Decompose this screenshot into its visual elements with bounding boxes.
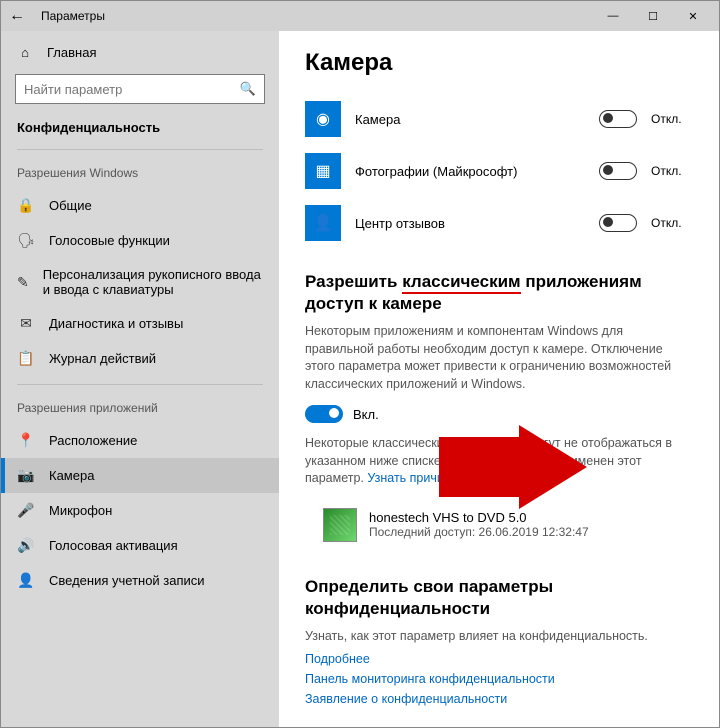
- toggle-state-label: Откл.: [651, 216, 693, 230]
- toggle-state-label: Вкл.: [353, 407, 379, 422]
- sidebar-item-сведения-учетной-записи[interactable]: 👤 Сведения учетной записи: [1, 563, 279, 598]
- feedback-hub-icon: 👤: [305, 205, 341, 241]
- back-button[interactable]: ←: [7, 7, 27, 25]
- privacy-link[interactable]: Заявление о конфиденциальности: [305, 689, 693, 709]
- sidebar-item-label: Журнал действий: [49, 351, 156, 366]
- main-content: Камера ◉ Камера Откл.▦ Фотографии (Майкр…: [279, 31, 719, 727]
- lock-icon: 🔒: [17, 197, 35, 214]
- titlebar: ← Параметры — ☐ ✕: [1, 1, 719, 31]
- sidebar-item-label: Сведения учетной записи: [49, 573, 205, 588]
- privacy-heading: Определить свои параметры конфиденциальн…: [305, 576, 693, 620]
- classic-apps-toggle[interactable]: [305, 405, 343, 423]
- privacy-description: Узнать, как этот параметр влияет на конф…: [305, 628, 693, 646]
- classic-app-icon: [323, 508, 357, 542]
- microphone-icon: 🎤: [17, 502, 35, 519]
- sidebar-item-label: Голосовая активация: [49, 538, 178, 553]
- search-box[interactable]: 🔍: [15, 74, 265, 104]
- sidebar-item-голосовая-активация[interactable]: 🔊 Голосовая активация: [1, 528, 279, 563]
- app-toggle[interactable]: [599, 110, 637, 128]
- app-name: Фотографии (Майкрософт): [355, 164, 585, 179]
- app-name: Центр отзывов: [355, 216, 585, 231]
- home-icon: ⌂: [17, 45, 33, 60]
- camera-app-icon: ◉: [305, 101, 341, 137]
- photos-app-icon: ▦: [305, 153, 341, 189]
- sidebar-item-label: Голосовые функции: [49, 233, 170, 248]
- app-row: 👤 Центр отзывов Откл.: [305, 197, 693, 249]
- window-title: Параметры: [41, 9, 105, 23]
- group-label-app-permissions: Разрешения приложений: [1, 395, 279, 423]
- app-toggle[interactable]: [599, 214, 637, 232]
- app-row: ▦ Фотографии (Майкрософт) Откл.: [305, 145, 693, 197]
- underlined-word: классическим: [402, 272, 520, 294]
- sidebar-item-label: Микрофон: [49, 503, 112, 518]
- sidebar-item-label: Диагностика и отзывы: [49, 316, 183, 331]
- sidebar-item-камера[interactable]: 📷 Камера: [1, 458, 279, 493]
- classic-app-entry: honestech VHS to DVD 5.0 Последний досту…: [305, 500, 693, 550]
- home-label: Главная: [47, 45, 96, 60]
- home-link[interactable]: ⌂ Главная: [1, 37, 279, 68]
- maximize-button[interactable]: ☐: [633, 10, 673, 23]
- sidebar-item-голосовые-функции[interactable]: 🗣 Голосовые функции: [1, 223, 279, 258]
- classic-app-last-access: Последний доступ: 26.06.2019 12:32:47: [369, 525, 589, 539]
- account-icon: 👤: [17, 572, 35, 589]
- location-icon: 📍: [17, 432, 35, 449]
- sidebar-item-журнал-действий[interactable]: 📋 Журнал действий: [1, 341, 279, 376]
- sidebar: ⌂ Главная 🔍 Конфиденциальность Разрешени…: [1, 31, 279, 727]
- history-icon: 📋: [17, 350, 35, 367]
- privacy-link[interactable]: Панель мониторинга конфиденциальности: [305, 669, 693, 689]
- camera-icon: 📷: [17, 467, 35, 484]
- learn-why-link[interactable]: Узнать причину: [367, 471, 457, 485]
- sidebar-item-микрофон[interactable]: 🎤 Микрофон: [1, 493, 279, 528]
- app-toggle[interactable]: [599, 162, 637, 180]
- toggle-state-label: Откл.: [651, 112, 693, 126]
- sidebar-item-персонализация-рукописного-ввода-и-ввода-с-клавиатуры[interactable]: ✎ Персонализация рукописного ввода и ввод…: [1, 258, 279, 306]
- minimize-button[interactable]: —: [593, 10, 633, 22]
- sidebar-item-общие[interactable]: 🔒 Общие: [1, 188, 279, 223]
- close-button[interactable]: ✕: [673, 10, 713, 23]
- handwriting-icon: ✎: [17, 274, 29, 291]
- classic-apps-toggle-row: Вкл.: [305, 405, 693, 423]
- voice-activation-icon: 🔊: [17, 537, 35, 554]
- app-name: Камера: [355, 112, 585, 127]
- page-heading: Камера: [305, 49, 693, 77]
- search-input[interactable]: [24, 82, 240, 97]
- divider: [17, 384, 263, 385]
- section-title: Конфиденциальность: [1, 116, 279, 149]
- classic-apps-heading: Разрешить классическим приложениям досту…: [305, 271, 693, 315]
- classic-apps-note: Некоторые классические приложения могут …: [305, 435, 693, 488]
- sidebar-item-label: Персонализация рукописного ввода и ввода…: [43, 267, 263, 297]
- sidebar-item-label: Расположение: [49, 433, 137, 448]
- sidebar-item-label: Общие: [49, 198, 92, 213]
- feedback-icon: ✉: [17, 315, 35, 332]
- divider: [17, 149, 263, 150]
- classic-app-name: honestech VHS to DVD 5.0: [369, 510, 589, 525]
- classic-apps-description: Некоторым приложениям и компонентам Wind…: [305, 323, 693, 393]
- group-label-windows-permissions: Разрешения Windows: [1, 160, 279, 188]
- voice-icon: 🗣: [17, 232, 35, 249]
- search-icon: 🔍: [240, 81, 256, 97]
- toggle-state-label: Откл.: [651, 164, 693, 178]
- app-row: ◉ Камера Откл.: [305, 93, 693, 145]
- sidebar-item-расположение[interactable]: 📍 Расположение: [1, 423, 279, 458]
- sidebar-item-label: Камера: [49, 468, 94, 483]
- sidebar-item-диагностика-и-отзывы[interactable]: ✉ Диагностика и отзывы: [1, 306, 279, 341]
- privacy-link[interactable]: Подробнее: [305, 649, 693, 669]
